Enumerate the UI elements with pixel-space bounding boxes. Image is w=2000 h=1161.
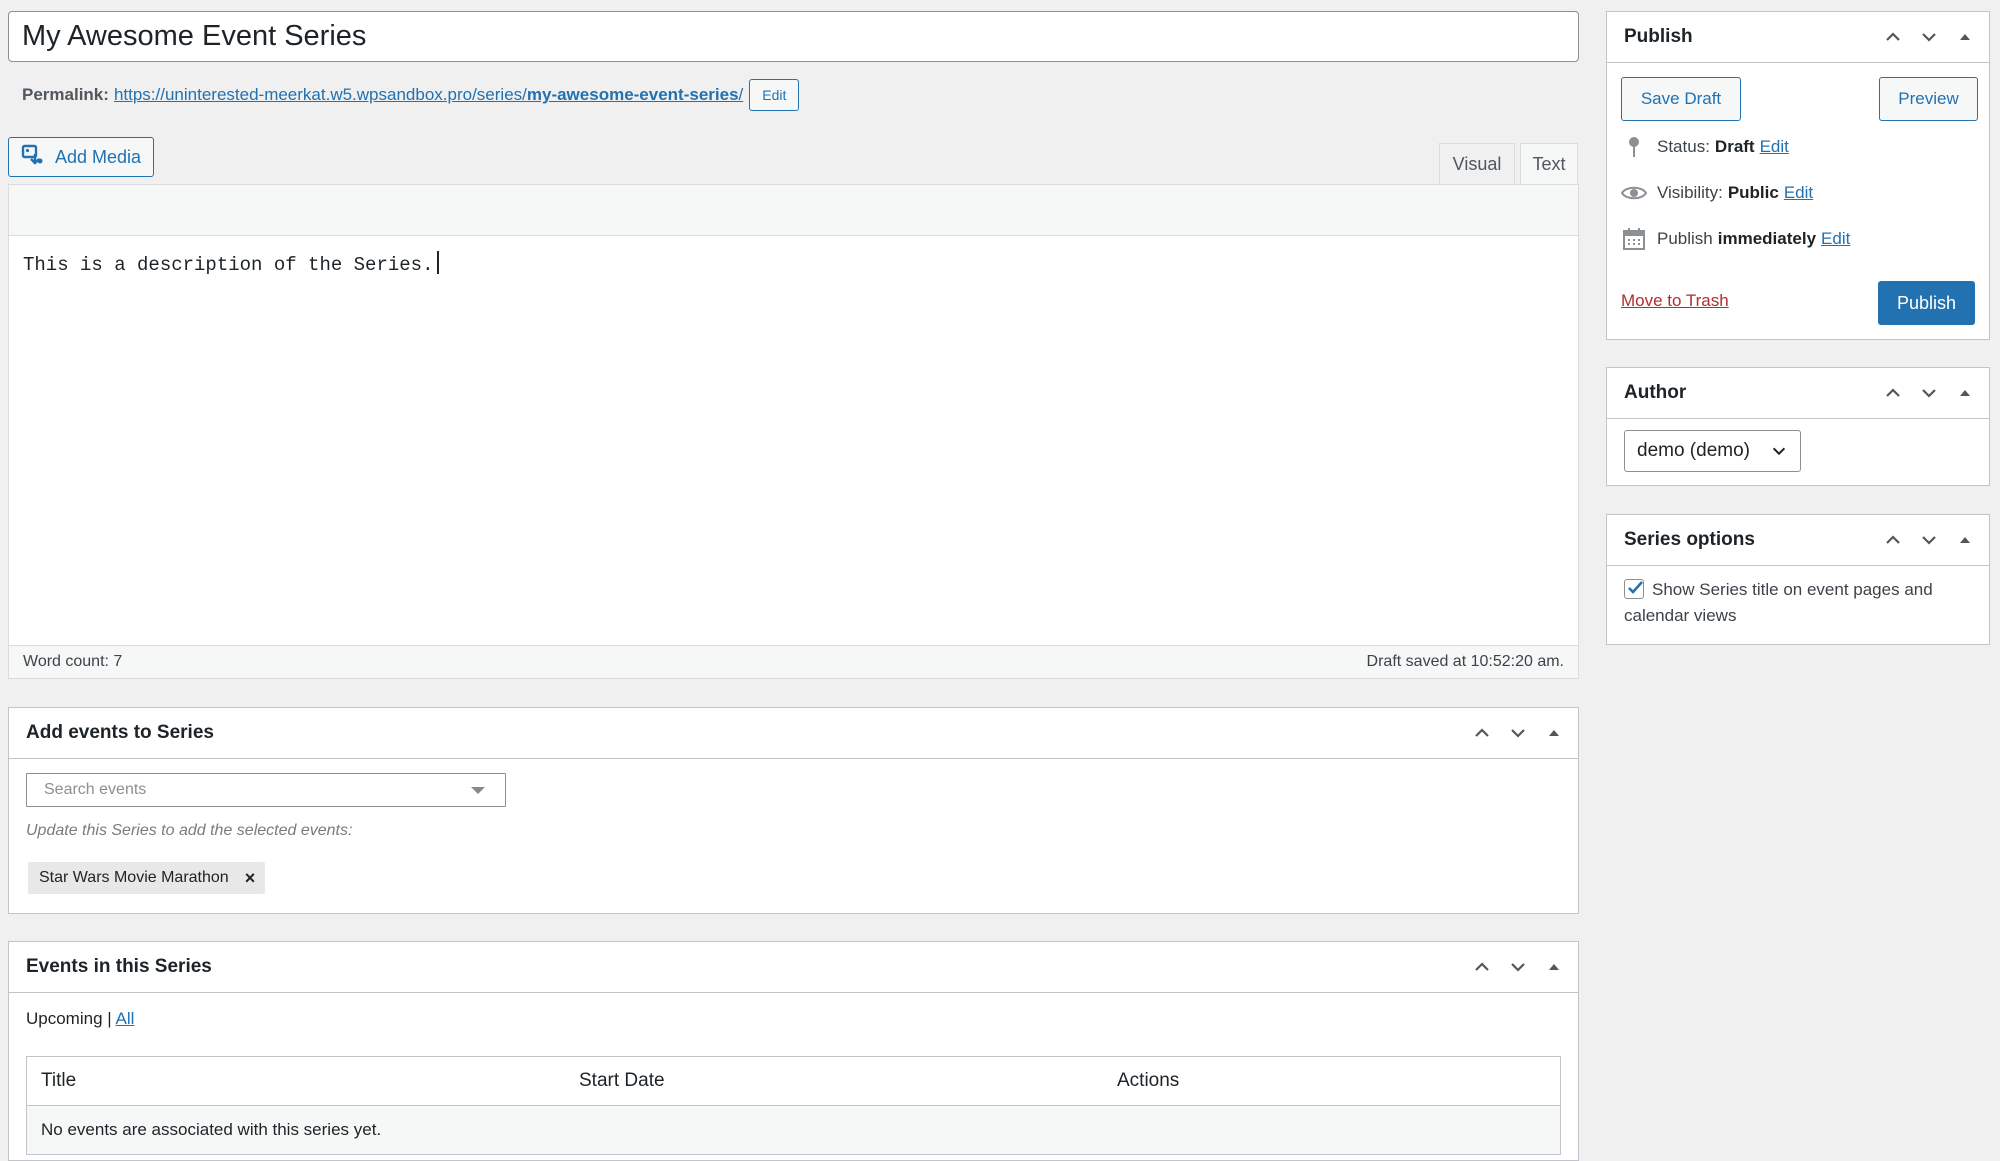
show-series-title-option: Show Series title on event pages and cal… (1624, 577, 1979, 629)
pin-icon (1621, 136, 1647, 158)
filter-all-link[interactable]: All (115, 1009, 134, 1028)
edit-publish-date-link[interactable]: Edit (1821, 229, 1850, 249)
publish-box: Publish Save Draft Preview Status: Draft E… (1606, 11, 1990, 340)
permalink-base: https://uninterested-meerkat.w5.wpsandbo… (113, 85, 527, 104)
move-down-icon[interactable] (1911, 375, 1947, 411)
events-table: Title Start Date Actions No events are a… (26, 1056, 1561, 1155)
search-events-placeholder: Search events (44, 781, 147, 798)
move-up-icon[interactable] (1875, 522, 1911, 558)
visibility-row: Visibility: Public Edit (1621, 182, 1813, 204)
move-up-icon[interactable] (1464, 949, 1500, 985)
draft-saved-status: Draft saved at 10:52:20 am. (1366, 653, 1564, 670)
move-down-icon[interactable] (1500, 949, 1536, 985)
postbox-header: Add events to Series (9, 708, 1578, 759)
text-editor[interactable]: This is a description of the Series. Wor… (8, 184, 1579, 679)
series-options-box: Series options Show Series title on even… (1606, 514, 1990, 645)
series-events-box: Events in this Series Upcoming | All Tit… (8, 941, 1579, 1161)
checkmark-icon (1628, 581, 1643, 594)
publish-date-row: Publish immediately Edit (1621, 228, 1850, 250)
author-select[interactable]: demo (demo) (1624, 430, 1801, 472)
text-cursor (437, 251, 440, 274)
collapse-toggle-icon[interactable] (1536, 715, 1572, 751)
move-up-icon[interactable] (1875, 19, 1911, 55)
postbox-title: Publish (1624, 26, 1693, 47)
table-row: No events are associated with this serie… (26, 1105, 1561, 1155)
add-media-button[interactable]: Add Media (8, 137, 154, 177)
postbox-header: Author (1607, 368, 1989, 419)
editor-status-bar: Word count: 7 Draft saved at 10:52:20 am… (9, 645, 1578, 678)
column-start-date: Start Date (565, 1056, 1103, 1106)
permalink-label: Permalink: (22, 85, 109, 104)
postbox-title: Author (1624, 382, 1687, 403)
dropdown-caret-icon (471, 787, 485, 794)
edit-visibility-link[interactable]: Edit (1784, 183, 1813, 203)
publish-date-label: Publish (1657, 229, 1713, 248)
move-up-icon[interactable] (1875, 375, 1911, 411)
visibility-label: Visibility: (1657, 183, 1723, 202)
publish-date-value: immediately (1717, 229, 1817, 248)
visibility-value: Public (1727, 183, 1779, 202)
permalink-slug: my-awesome-event-series (526, 85, 739, 104)
save-draft-button[interactable]: Save Draft (1621, 77, 1741, 121)
collapse-toggle-icon[interactable] (1947, 19, 1983, 55)
filter-separator: | (102, 1009, 116, 1028)
add-media-label: Add Media (55, 146, 142, 167)
show-series-title-checkbox[interactable] (1624, 579, 1644, 599)
status-row: Status: Draft Edit (1621, 136, 1789, 158)
tab-visual[interactable]: Visual (1439, 143, 1515, 185)
add-events-box: Add events to Series Search events Updat… (8, 707, 1579, 914)
move-down-icon[interactable] (1500, 715, 1536, 751)
selected-event-label: Star Wars Movie Marathon (39, 869, 229, 886)
author-selected-value: demo (demo) (1637, 440, 1750, 461)
postbox-header: Series options (1607, 515, 1989, 566)
remove-event-icon[interactable]: × (245, 868, 256, 889)
empty-message: No events are associated with this serie… (26, 1105, 1561, 1155)
edit-status-link[interactable]: Edit (1760, 137, 1789, 157)
postbox-header: Events in this Series (9, 942, 1578, 993)
column-actions: Actions (1103, 1056, 1561, 1106)
postbox-header: Publish (1607, 12, 1989, 63)
postbox-title: Add events to Series (26, 722, 214, 743)
word-count: Word count: 7 (23, 653, 123, 670)
chevron-down-icon (1772, 447, 1786, 456)
move-down-icon[interactable] (1911, 19, 1947, 55)
search-events-input[interactable]: Search events (26, 773, 506, 807)
column-title: Title (26, 1056, 565, 1106)
permalink-link[interactable]: https://uninterested-meerkat.w5.wpsandbo… (114, 85, 743, 105)
eye-icon (1621, 182, 1647, 204)
postbox-title: Series options (1624, 529, 1755, 550)
permalink-trail: / (738, 85, 744, 104)
media-icon (21, 143, 45, 172)
events-view-filter: Upcoming | All (26, 1009, 134, 1029)
permalink-row: Permalink: https://uninterested-meerkat.… (22, 79, 800, 111)
preview-button[interactable]: Preview (1879, 77, 1978, 121)
publish-button[interactable]: Publish (1878, 281, 1975, 325)
editor-toolbar (9, 185, 1578, 236)
update-note: Update this Series to add the selected e… (26, 822, 353, 839)
tab-text[interactable]: Text (1520, 143, 1578, 185)
table-header-row: Title Start Date Actions (26, 1056, 1561, 1106)
move-up-icon[interactable] (1464, 715, 1500, 751)
calendar-icon (1621, 228, 1647, 250)
collapse-toggle-icon[interactable] (1947, 522, 1983, 558)
selected-event-chip: Star Wars Movie Marathon × (28, 862, 266, 894)
filter-upcoming: Upcoming (26, 1009, 103, 1028)
post-title-input[interactable] (8, 11, 1579, 62)
postbox-title: Events in this Series (26, 956, 212, 977)
move-to-trash-link[interactable]: Move to Trash (1621, 291, 1729, 311)
permalink-edit-button[interactable]: Edit (749, 79, 800, 111)
move-down-icon[interactable] (1911, 522, 1947, 558)
author-box: Author demo (demo) (1606, 367, 1990, 486)
editor-content-text: This is a description of the Series. (23, 254, 434, 276)
status-value: Draft (1714, 137, 1755, 156)
editor-content[interactable]: This is a description of the Series. (23, 251, 440, 276)
collapse-toggle-icon[interactable] (1536, 949, 1572, 985)
status-label: Status: (1657, 137, 1710, 156)
show-series-title-label: Show Series title on event pages and cal… (1624, 580, 1933, 625)
collapse-toggle-icon[interactable] (1947, 375, 1983, 411)
